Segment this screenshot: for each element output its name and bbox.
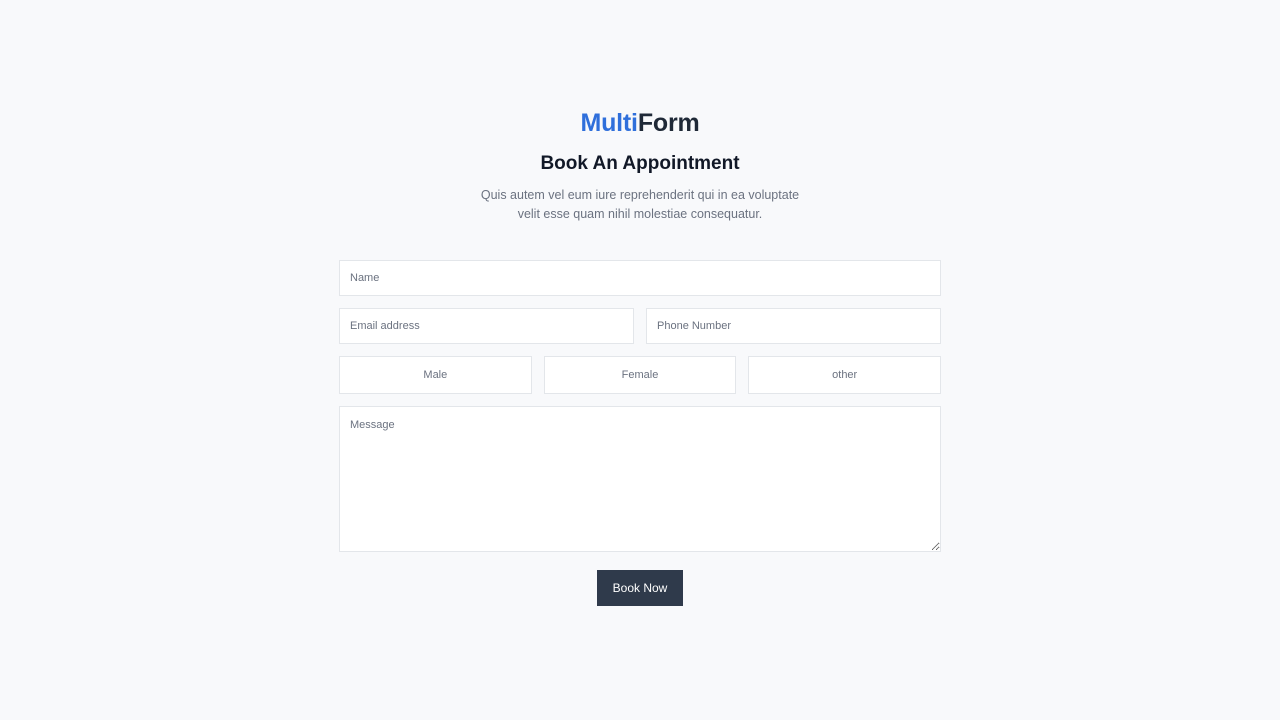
name-field[interactable] bbox=[339, 260, 941, 296]
email-field[interactable] bbox=[339, 308, 634, 344]
appointment-form: Male Female other Book Now bbox=[339, 260, 942, 606]
brand-logo: MultiForm bbox=[339, 106, 941, 140]
gender-selector: Male Female other bbox=[339, 356, 942, 394]
gender-option-female[interactable]: Female bbox=[543, 356, 737, 394]
phone-field[interactable] bbox=[646, 308, 941, 344]
page-title: Book An Appointment bbox=[540, 153, 740, 174]
brand-logo-part1: Multi bbox=[580, 109, 638, 137]
message-field[interactable] bbox=[339, 406, 941, 552]
book-now-button[interactable]: Book Now bbox=[597, 570, 683, 606]
submit-wrap: Book Now bbox=[339, 570, 941, 606]
brand-logo-part2: Form bbox=[637, 109, 700, 137]
gender-option-male[interactable]: Male bbox=[339, 356, 532, 394]
gender-option-other[interactable]: other bbox=[748, 356, 942, 394]
contact-row bbox=[339, 308, 941, 344]
page-subtitle: Quis autem vel eum iure reprehenderit qu… bbox=[480, 188, 800, 221]
booking-container: MultiForm Book An Appointment Quis autem… bbox=[339, 106, 942, 606]
